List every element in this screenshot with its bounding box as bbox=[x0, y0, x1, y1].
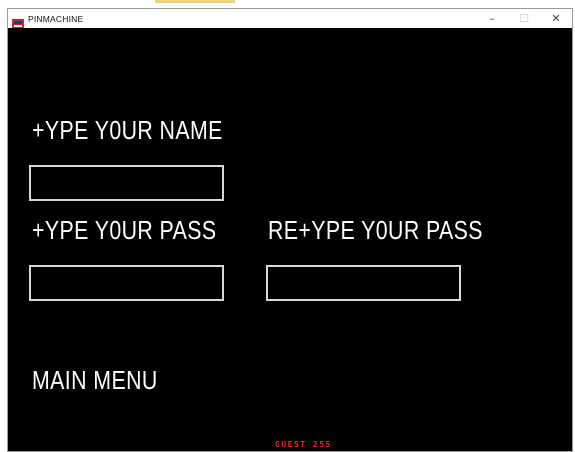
game-canvas: +YPE Y0UR NAME +YPE Y0UR PASS RE+YPE Y0U… bbox=[8, 28, 572, 451]
pass-label: +YPE Y0UR PASS bbox=[32, 215, 217, 245]
app-window: PINMACHINE – ☐ ✕ +YPE Y0UR NAME +YPE Y0U… bbox=[7, 8, 573, 452]
name-field[interactable] bbox=[29, 165, 224, 201]
close-button[interactable]: ✕ bbox=[540, 9, 572, 28]
name-input[interactable] bbox=[31, 167, 222, 199]
app-icon bbox=[12, 14, 24, 29]
repass-input[interactable] bbox=[268, 267, 459, 299]
pass-input[interactable] bbox=[31, 267, 222, 299]
main-menu-button[interactable]: MAIN MENU bbox=[32, 365, 158, 396]
maximize-icon: ☐ bbox=[519, 12, 529, 25]
pass-field[interactable] bbox=[29, 265, 224, 301]
minimize-button[interactable]: – bbox=[476, 9, 508, 28]
window-controls: – ☐ ✕ bbox=[476, 9, 572, 28]
window-title: PINMACHINE bbox=[28, 13, 84, 24]
name-label: +YPE Y0UR NAME bbox=[32, 115, 223, 145]
maximize-button[interactable]: ☐ bbox=[508, 9, 540, 28]
repass-label: RE+YPE Y0UR PASS bbox=[268, 215, 483, 245]
repass-field[interactable] bbox=[266, 265, 461, 301]
guest-status: GUEST 255 bbox=[275, 440, 332, 449]
title-bar[interactable]: PINMACHINE – ☐ ✕ bbox=[8, 9, 572, 29]
desktop-highlight bbox=[155, 0, 235, 3]
minimize-icon: – bbox=[489, 12, 495, 25]
close-icon: ✕ bbox=[551, 12, 561, 25]
